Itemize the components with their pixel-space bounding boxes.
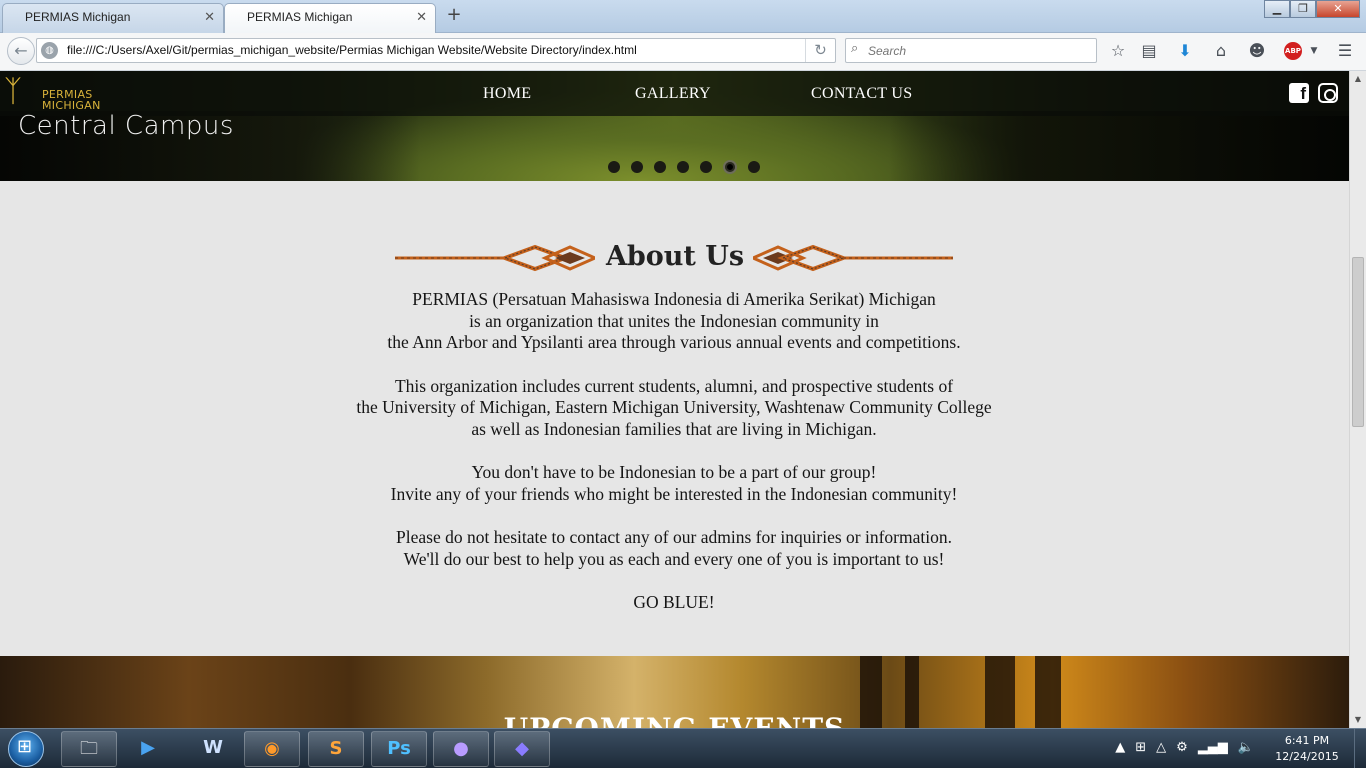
clock-date: 12/24/2015 <box>1275 750 1339 763</box>
about-paragraph: GO BLUE! <box>224 592 1124 614</box>
events-title: UPCOMING EVENTS <box>0 712 1349 728</box>
page-viewport: ᛉ PERMIAS MICHIGAN HOME GALLERY CONTACT … <box>0 71 1349 728</box>
about-section: About Us PERMIAS (Persatuan Mahasiswa In… <box>0 181 1349 656</box>
search-icon: ⌕ <box>851 41 859 56</box>
about-heading: About Us <box>0 239 1349 279</box>
wing-logo-icon: ᛉ <box>4 74 22 109</box>
about-line: GO BLUE! <box>633 592 715 613</box>
about-line: Invite any of your friends who might be … <box>390 483 958 504</box>
about-line: as well as Indonesian families that are … <box>471 419 877 440</box>
slider-dot[interactable] <box>631 161 643 173</box>
close-tab-icon[interactable]: ✕ <box>416 4 427 30</box>
firefox-icon[interactable]: ◉ <box>244 731 300 767</box>
slider-dot-active[interactable] <box>723 160 737 174</box>
sublime-text-icon[interactable]: S <box>308 731 364 767</box>
about-title: About Us <box>605 241 745 272</box>
show-desktop-button[interactable] <box>1354 729 1366 768</box>
photoshop-icon[interactable]: Ps <box>371 731 427 767</box>
chevron-up-icon[interactable]: ▲ <box>1115 740 1125 755</box>
windows-icon[interactable]: ⊞ <box>1135 740 1146 755</box>
browser-tab-active[interactable]: PERMIAS Michigan ✕ <box>224 3 436 33</box>
browser-tab-strip: PERMIAS Michigan ✕ PERMIAS Michigan ✕ + … <box>0 0 1366 33</box>
file-explorer-icon[interactable]: 🗀 <box>61 731 117 767</box>
events-section: UPCOMING EVENTS <box>0 656 1349 728</box>
network-check-icon[interactable]: ⚙ <box>1176 740 1188 755</box>
slider-dot[interactable] <box>677 161 689 173</box>
window-controls: ▁ ❐ ✕ <box>1264 0 1360 19</box>
facebook-icon[interactable]: f <box>1289 83 1309 103</box>
browser-nav-bar: ← ◍ file:///C:/Users/Axel/Git/permias_mi… <box>0 33 1366 71</box>
site-header: ᛉ PERMIAS MICHIGAN HOME GALLERY CONTACT … <box>0 71 1349 116</box>
google-drive-icon[interactable]: △ <box>1156 740 1166 755</box>
globe-icon[interactable]: ◍ <box>41 42 58 59</box>
home-icon[interactable]: ⌂ <box>1209 40 1233 62</box>
nav-gallery-link[interactable]: GALLERY <box>635 85 711 103</box>
about-paragraph: You don't have to be Indonesian to be a … <box>224 462 1124 505</box>
hero-image-shade <box>889 111 1349 181</box>
bookmark-star-icon[interactable]: ☆ <box>1106 40 1130 62</box>
slider-dot[interactable] <box>654 161 666 173</box>
url-text[interactable]: file:///C:/Users/Axel/Git/permias_michig… <box>67 39 637 62</box>
about-paragraph: PERMIAS (Persatuan Mahasiswa Indonesia d… <box>224 289 1124 354</box>
about-line: the Ann Arbor and Ypsilanti area through… <box>387 332 961 353</box>
about-line: the University of Michigan, Eastern Mich… <box>356 397 992 418</box>
menu-icon[interactable]: ☰ <box>1333 40 1357 62</box>
scroll-down-icon[interactable]: ▼ <box>1350 712 1366 728</box>
chat-icon[interactable]: ☻ <box>1245 40 1269 62</box>
about-line: We'll do our best to help you as each an… <box>403 548 945 569</box>
about-line: Please do not hesitate to contact any of… <box>396 527 952 548</box>
about-line: is an organization that unites the Indon… <box>469 310 879 331</box>
slider-dot[interactable] <box>748 161 760 173</box>
tab-title: PERMIAS Michigan <box>25 10 131 24</box>
instagram-icon[interactable] <box>1318 83 1338 103</box>
slider-dot[interactable] <box>700 161 712 173</box>
ornament-right-icon <box>753 244 953 272</box>
site-logo[interactable]: ᛉ PERMIAS MICHIGAN <box>4 73 104 112</box>
start-button[interactable] <box>8 731 44 767</box>
url-bar[interactable]: ◍ file:///C:/Users/Axel/Git/permias_mich… <box>36 38 836 63</box>
reload-icon[interactable]: ↻ <box>805 39 835 62</box>
window-close-icon[interactable]: ✕ <box>1316 0 1360 18</box>
word-icon[interactable]: W <box>185 731 241 767</box>
new-tab-button[interactable]: + <box>444 5 464 25</box>
reading-list-icon[interactable]: ▤ <box>1137 40 1161 62</box>
tab-title: PERMIAS Michigan <box>247 10 353 24</box>
browser-tab[interactable]: PERMIAS Michigan ✕ <box>2 3 224 33</box>
scrollbar-thumb[interactable] <box>1352 257 1364 427</box>
scroll-up-icon[interactable]: ▲ <box>1350 71 1366 87</box>
ornament-left-icon <box>395 244 595 272</box>
about-line: PERMIAS (Persatuan Mahasiswa Indonesia d… <box>412 289 936 309</box>
minimize-icon[interactable]: ▁ <box>1264 0 1290 18</box>
back-arrow-icon[interactable]: ← <box>7 37 35 65</box>
about-body: PERMIAS (Persatuan Mahasiswa Indonesia d… <box>224 289 1124 635</box>
github-icon[interactable]: ● <box>433 731 489 767</box>
page-scrollbar[interactable]: ▲ ▼ <box>1349 71 1366 728</box>
windows-taskbar: 🗀 ▶ W ◉ S Ps ● ◆ ▲ ⊞ △ ⚙ ▂▄▆ 🔈 6:41 PM 1… <box>0 728 1366 768</box>
about-line: This organization includes current stude… <box>394 375 954 396</box>
close-tab-icon[interactable]: ✕ <box>204 4 215 30</box>
chevron-down-icon[interactable]: ▼ <box>1302 40 1326 62</box>
signal-icon[interactable]: ▂▄▆ <box>1198 740 1228 755</box>
search-input[interactable] <box>868 41 1088 60</box>
slider-dot[interactable] <box>608 161 620 173</box>
about-paragraph: Please do not hesitate to contact any of… <box>224 527 1124 570</box>
tray-icons: ▲ ⊞ △ ⚙ ▂▄▆ 🔈 <box>1115 740 1254 755</box>
about-line: You don't have to be Indonesian to be a … <box>471 462 877 483</box>
nav-home-link[interactable]: HOME <box>483 85 531 103</box>
adblock-icon[interactable]: ABP <box>1284 42 1302 60</box>
nav-contact-link[interactable]: CONTACT US <box>811 85 912 103</box>
media-player-icon[interactable]: ▶ <box>120 731 176 767</box>
clock-time: 6:41 PM <box>1284 734 1330 747</box>
about-paragraph: This organization includes current stude… <box>224 376 1124 441</box>
app-icon[interactable]: ◆ <box>494 731 550 767</box>
logo-text: PERMIAS MICHIGAN <box>42 88 101 112</box>
search-box[interactable]: ⌕ <box>845 38 1097 63</box>
download-icon[interactable]: ⬇ <box>1173 40 1197 62</box>
hero-slider: ᛉ PERMIAS MICHIGAN HOME GALLERY CONTACT … <box>0 71 1349 181</box>
slider-dots <box>608 160 760 174</box>
restore-icon[interactable]: ❐ <box>1290 0 1316 18</box>
volume-icon[interactable]: 🔈 <box>1238 740 1254 755</box>
slide-caption: Central Campus <box>18 111 234 141</box>
taskbar-clock[interactable]: 6:41 PM 12/24/2015 <box>1268 733 1346 765</box>
